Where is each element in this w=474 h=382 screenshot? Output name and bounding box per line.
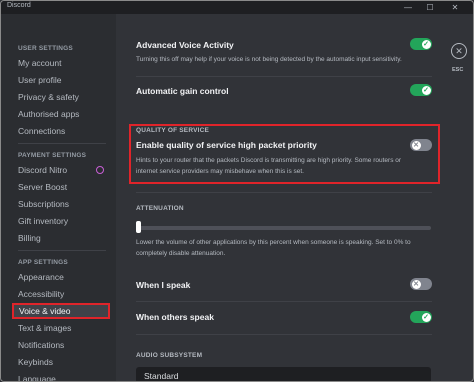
sidebar-item-voice-video[interactable]: Voice & video [12,303,110,319]
payment-settings-header: PAYMENT SETTINGS [18,152,87,159]
esc-label: ESC [452,67,464,73]
x-icon: ✕ [411,279,421,289]
window-title: Discord [7,2,31,9]
user-settings-header: USER SETTINGS [18,45,73,52]
check-icon: ✓ [421,312,431,322]
close-settings-icon[interactable]: ✕ [451,43,467,59]
sidebar-divider [18,143,106,144]
when-i-speak-toggle[interactable]: ✕ [410,278,432,290]
sidebar-item-discord-nitro[interactable]: Discord Nitro [13,162,109,178]
sidebar-item-accessibility[interactable]: Accessibility [13,286,109,302]
when-others-speak-toggle[interactable]: ✓ [410,311,432,323]
title-bar: Discord — ☐ ✕ [1,1,473,14]
sidebar-item-keybinds[interactable]: Keybinds [13,354,109,370]
minimize-icon[interactable]: — [399,1,417,14]
automatic-gain-control-toggle[interactable]: ✓ [410,84,432,96]
check-icon: ✓ [421,39,431,49]
qos-desc-line2: internet service providers may misbehave… [136,168,304,175]
sidebar-item-text-images[interactable]: Text & images [13,320,109,336]
x-icon: ✕ [411,140,421,150]
sidebar-item-language[interactable]: Language [13,371,109,381]
attenuation-header: ATTENUATION [136,205,184,212]
advanced-voice-activity-label: Advanced Voice Activity [136,40,234,50]
voice-video-settings: Advanced Voice Activity ✓ Turning this o… [116,14,473,381]
attenuation-slider-handle[interactable] [136,221,141,233]
discord-window: Discord — ☐ ✕ USER SETTINGS My account U… [0,0,474,382]
divider [136,334,432,335]
sidebar-divider [18,250,106,251]
when-others-speak-label: When others speak [136,312,214,322]
nitro-icon [96,166,104,174]
sidebar-item-billing[interactable]: Billing [13,230,109,246]
sidebar-item-appearance[interactable]: Appearance [13,269,109,285]
sidebar-item-connections[interactable]: Connections [13,123,109,139]
sidebar-item-privacy-safety[interactable]: Privacy & safety [13,89,109,105]
sidebar-item-notifications[interactable]: Notifications [13,337,109,353]
sidebar-item-user-profile[interactable]: User profile [13,72,109,88]
attenuation-desc-line2: completely disable attenuation. [136,250,226,257]
sidebar-item-subscriptions[interactable]: Subscriptions [13,196,109,212]
divider [136,76,432,77]
advanced-voice-activity-toggle[interactable]: ✓ [410,38,432,50]
advanced-voice-activity-desc: Turning this off may help if your voice … [136,56,402,63]
qos-label: Enable quality of service high packet pr… [136,140,317,150]
qos-header: QUALITY OF SERVICE [136,127,210,134]
app-settings-header: APP SETTINGS [18,259,68,266]
when-i-speak-label: When I speak [136,280,191,290]
qos-desc-line1: Hints to your router that the packets Di… [136,157,402,164]
attenuation-desc-line1: Lower the volume of other applications b… [136,239,411,246]
audio-subsystem-header: AUDIO SUBSYSTEM [136,352,203,359]
sidebar-item-my-account[interactable]: My account [13,55,109,71]
settings-sidebar: USER SETTINGS My account User profile Pr… [1,14,116,381]
sidebar-item-server-boost[interactable]: Server Boost [13,179,109,195]
divider [136,192,432,193]
automatic-gain-control-label: Automatic gain control [136,86,229,96]
maximize-icon[interactable]: ☐ [421,1,439,14]
close-window-icon[interactable]: ✕ [446,1,464,14]
sidebar-item-gift-inventory[interactable]: Gift inventory [13,213,109,229]
check-icon: ✓ [421,85,431,95]
sidebar-item-authorised-apps[interactable]: Authorised apps [13,106,109,122]
qos-toggle[interactable]: ✕ [410,139,432,151]
divider [136,301,432,302]
attenuation-slider-track[interactable] [136,226,431,230]
audio-subsystem-select[interactable]: Standard [136,367,431,381]
